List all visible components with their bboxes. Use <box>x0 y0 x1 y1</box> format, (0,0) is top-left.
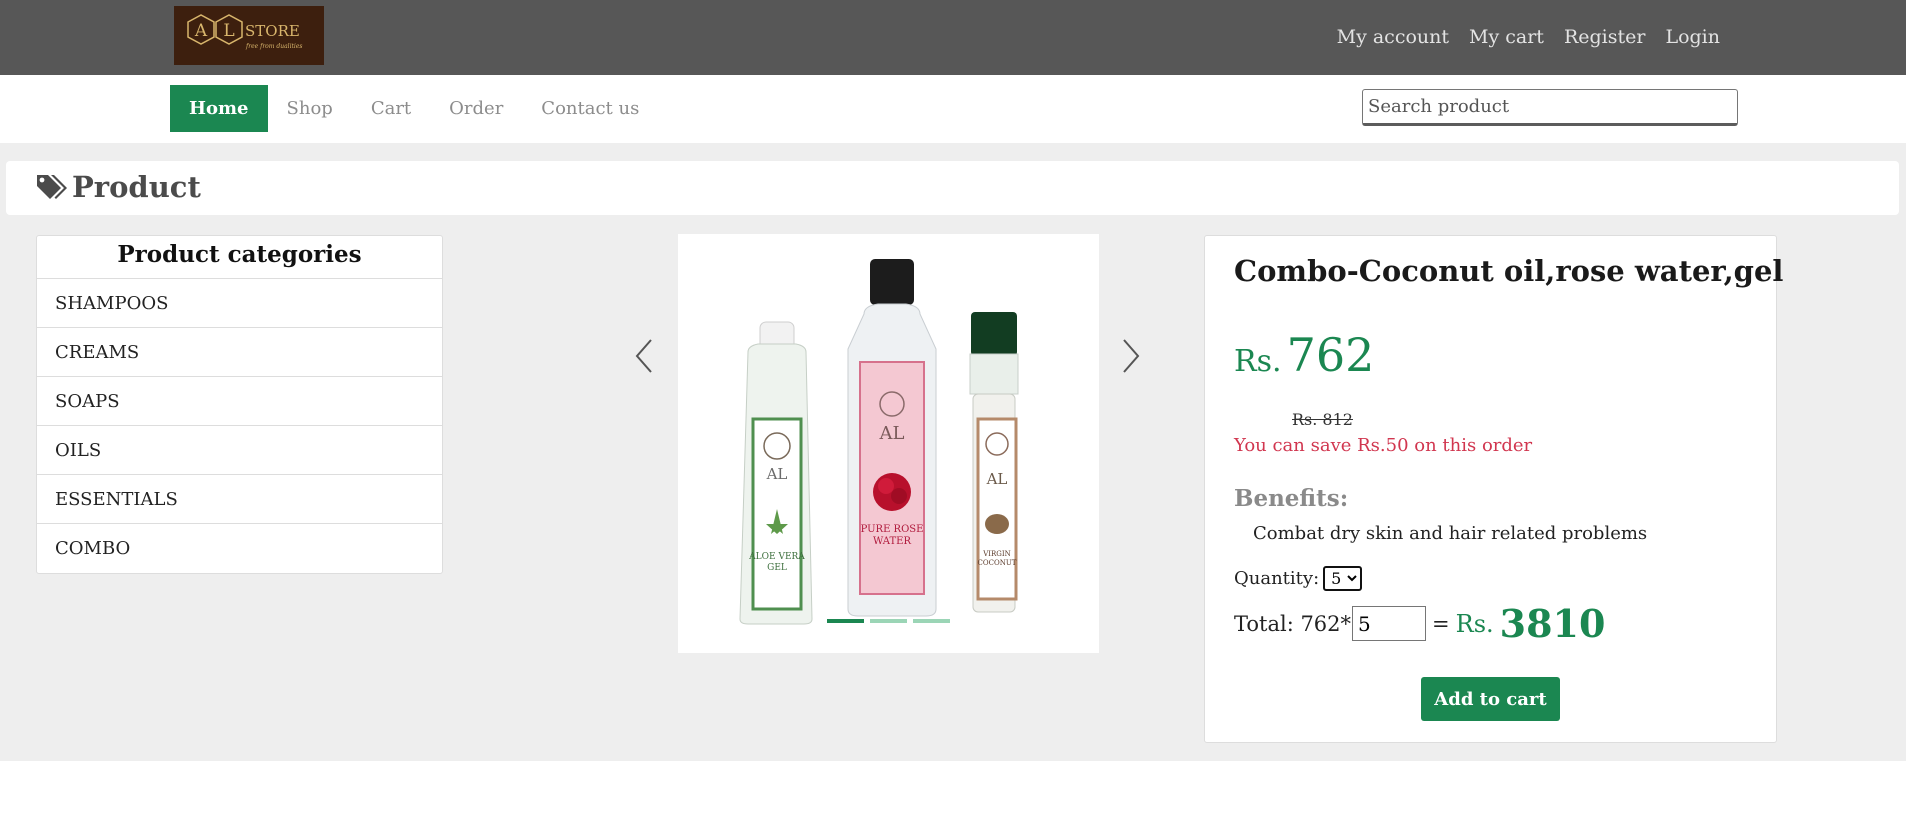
carousel-indicator-1[interactable] <box>827 619 864 623</box>
quantity-label: Quantity: <box>1234 568 1320 589</box>
total-amount: 3810 <box>1499 601 1606 646</box>
category-soaps[interactable]: SOAPS <box>37 377 442 426</box>
svg-text:WATER: WATER <box>873 536 911 547</box>
logo-store-text: STORE <box>245 22 300 40</box>
category-creams[interactable]: CREAMS <box>37 328 442 377</box>
rose-brand: AL <box>879 423 905 444</box>
oil-brand: AL <box>986 470 1008 488</box>
nav-cart[interactable]: Cart <box>352 85 430 132</box>
nav-order[interactable]: Order <box>430 85 522 132</box>
my-account-link[interactable]: My account <box>1337 26 1449 48</box>
category-combo[interactable]: COMBO <box>37 524 442 573</box>
total-quantity-input[interactable] <box>1352 606 1427 641</box>
product-categories: Product categories SHAMPOOS CREAMS SOAPS… <box>36 235 443 574</box>
svg-text:PURE ROSE: PURE ROSE <box>861 524 924 535</box>
category-shampoos[interactable]: SHAMPOOS <box>37 279 442 328</box>
product-price: Rs. 762 <box>1234 328 1374 382</box>
logo-tagline: free from dualities <box>245 43 302 50</box>
store-logo[interactable]: A L STORE free from dualities <box>174 6 324 65</box>
aloe-vera-gel-bottle: AL ALOE VERA GEL <box>739 321 813 625</box>
chevron-left-icon <box>635 339 652 373</box>
total-currency: Rs. <box>1455 609 1494 638</box>
page-title-bar: Product <box>6 161 1899 215</box>
logo-letter-l: L <box>223 21 234 41</box>
nav-shop[interactable]: Shop <box>268 85 352 132</box>
category-essentials[interactable]: ESSENTIALS <box>37 475 442 524</box>
carousel-next-button[interactable] <box>1121 338 1141 374</box>
product-details: Combo-Coconut oil,rose water,gel Rs. 762… <box>1204 235 1783 743</box>
svg-text:COCONUT: COCONUT <box>978 559 1017 567</box>
main-content: Product Product categories SHAMPOOS CREA… <box>0 143 1906 761</box>
account-links: My account My cart Register Login <box>1337 26 1720 48</box>
svg-text:ALOE VERA: ALOE VERA <box>748 552 805 562</box>
carousel-indicator-2[interactable] <box>870 619 907 623</box>
product-image: AL ALOE VERA GEL AL PURE ROSE WATER AL V… <box>739 259 1019 625</box>
page-title: Product <box>72 170 201 204</box>
logo-letter-a: A <box>194 21 208 41</box>
category-oils[interactable]: OILS <box>37 426 442 475</box>
top-bar: A L STORE free from dualities My account… <box>0 0 1906 75</box>
price-amount: 762 <box>1286 328 1375 382</box>
product-name: Combo-Coconut oil,rose water,gel <box>1234 254 1784 288</box>
gel-brand: AL <box>766 465 788 483</box>
total-label: Total: 762* <box>1234 611 1352 636</box>
add-to-cart-button[interactable]: Add to cart <box>1421 677 1560 721</box>
main-nav: Home Shop Cart Order Contact us <box>170 85 658 132</box>
svg-text:VIRGIN: VIRGIN <box>982 550 1011 558</box>
my-cart-link[interactable]: My cart <box>1469 26 1544 48</box>
search-input[interactable] <box>1362 89 1738 126</box>
rose-water-bottle: AL PURE ROSE WATER <box>847 259 937 617</box>
login-link[interactable]: Login <box>1665 26 1720 48</box>
tags-icon <box>35 173 67 205</box>
quantity-row: Quantity: 5 <box>1234 566 1363 591</box>
nav-bar: Home Shop Cart Order Contact us <box>0 75 1906 143</box>
register-link[interactable]: Register <box>1564 26 1646 48</box>
carousel-prev-button[interactable] <box>634 338 654 374</box>
benefits-title: Benefits: <box>1234 485 1349 512</box>
nav-contact-us[interactable]: Contact us <box>522 85 658 132</box>
total-row: Total: 762* = Rs. 3810 <box>1234 601 1605 646</box>
benefits-text: Combat dry skin and hair related problem… <box>1253 523 1648 544</box>
chevron-right-icon <box>1123 339 1140 373</box>
nav-home[interactable]: Home <box>170 85 268 132</box>
categories-title: Product categories <box>37 236 442 279</box>
savings-text: You can save Rs.50 on this order <box>1234 435 1533 456</box>
quantity-select[interactable]: 5 <box>1323 566 1363 591</box>
old-price: Rs. 812 <box>1292 410 1353 429</box>
carousel-indicators <box>827 619 950 623</box>
price-currency: Rs. <box>1234 344 1282 379</box>
coconut-oil-bottle: AL VIRGIN COCONUT <box>969 312 1019 613</box>
product-image-carousel: AL ALOE VERA GEL AL PURE ROSE WATER AL V… <box>678 234 1099 653</box>
equals-sign: = <box>1432 611 1450 636</box>
carousel-indicator-3[interactable] <box>913 619 950 623</box>
svg-text:GEL: GEL <box>767 563 787 573</box>
